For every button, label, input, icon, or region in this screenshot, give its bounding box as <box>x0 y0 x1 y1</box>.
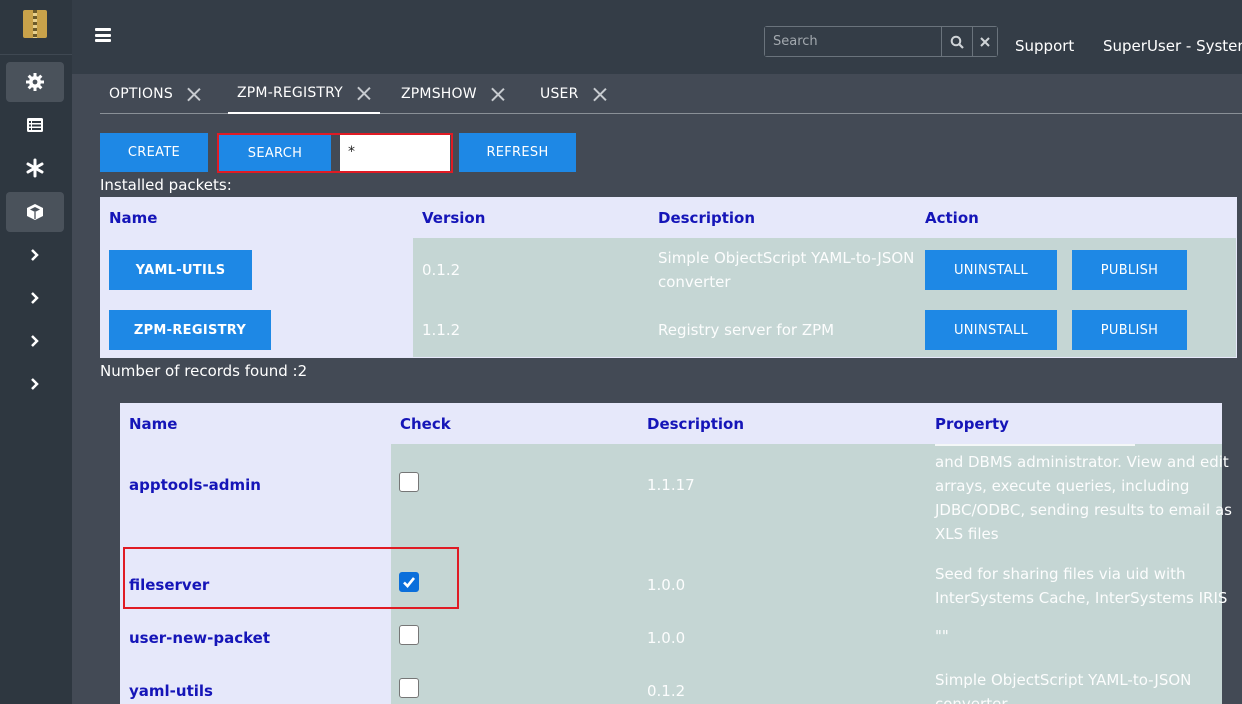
package-button-zpm-registry[interactable]: ZPM-REGISTRY <box>109 310 271 350</box>
refresh-button[interactable]: REFRESH <box>459 133 576 172</box>
version-cell: 1.0.0 <box>647 629 686 647</box>
tab-options[interactable]: OPTIONS <box>109 74 201 114</box>
highlight-box <box>217 133 453 173</box>
close-icon[interactable] <box>491 87 505 101</box>
property-cell: Seed for sharing files via uid with <box>935 565 1186 583</box>
property-cell: "" <box>935 627 949 645</box>
close-icon[interactable] <box>357 86 371 100</box>
publish-button[interactable]: PUBLISH <box>1072 310 1187 350</box>
clipped-property-text <box>935 444 1222 448</box>
column-header-version: Version <box>422 209 486 227</box>
property-cell: JDBC/ODBC, sending results to email as <box>935 501 1232 519</box>
header-search <box>764 26 998 57</box>
tab-bar: OPTIONS ZPM-REGISTRY ZPMSHOW USER <box>100 74 1242 114</box>
tab-label: ZPM-REGISTRY <box>237 85 343 101</box>
highlight-box <box>123 547 459 609</box>
property-cell: InterSystems Cache, InterSystems IRIS <box>935 589 1228 607</box>
column-header-description: Description <box>647 415 745 433</box>
column-header-property: Property <box>935 415 1009 433</box>
close-icon[interactable] <box>972 27 997 56</box>
hamburger-menu-icon[interactable] <box>95 28 111 42</box>
user-menu[interactable]: SuperUser - System <box>1103 37 1242 55</box>
list-icon[interactable] <box>6 105 64 145</box>
clipped-property-text: converter <box>935 692 1222 704</box>
uninstall-button[interactable]: UNINSTALL <box>925 250 1057 290</box>
chevron-right-icon[interactable] <box>6 364 64 404</box>
version-cell: 1.1.17 <box>647 476 695 494</box>
search-icon[interactable] <box>941 27 972 56</box>
asterisk-icon[interactable] <box>6 148 64 188</box>
description-cell: Registry server for ZPM <box>658 321 835 339</box>
property-cell: converter <box>935 695 1008 704</box>
version-cell: 0.1.2 <box>422 261 461 279</box>
tab-user[interactable]: USER <box>540 74 607 114</box>
search-input[interactable] <box>765 27 941 56</box>
column-header-name: Name <box>109 209 158 227</box>
tab-label: OPTIONS <box>109 86 173 102</box>
support-link[interactable]: Support <box>1015 37 1074 55</box>
description-cell: converter <box>658 273 731 291</box>
package-checkbox[interactable] <box>399 472 419 492</box>
zip-archive-logo[interactable] <box>23 10 47 38</box>
tab-zpm-registry[interactable]: ZPM-REGISTRY <box>228 74 380 114</box>
chevron-right-icon[interactable] <box>6 321 64 361</box>
uninstall-button[interactable]: UNINSTALL <box>925 310 1057 350</box>
gear-icon[interactable] <box>6 62 64 102</box>
description-cell: Simple ObjectScript YAML-to-JSON <box>658 249 915 267</box>
chevron-right-icon[interactable] <box>6 235 64 275</box>
records-count: Number of records found :2 <box>100 362 308 380</box>
close-icon[interactable] <box>187 87 201 101</box>
tab-zpmshow[interactable]: ZPMSHOW <box>401 74 505 114</box>
top-header: Support SuperUser - System <box>72 0 1242 74</box>
package-link-user-new-packet[interactable]: user-new-packet <box>129 629 270 647</box>
publish-button[interactable]: PUBLISH <box>1072 250 1187 290</box>
package-link-yaml-utils[interactable]: yaml-utils <box>129 682 213 700</box>
package-button-yaml-utils[interactable]: YAML-UTILS <box>109 250 252 290</box>
chevron-right-icon[interactable] <box>6 278 64 318</box>
property-cell: XLS files <box>935 525 999 543</box>
column-header-name: Name <box>129 415 178 433</box>
sidebar <box>0 0 72 704</box>
package-checkbox[interactable] <box>399 678 419 698</box>
column-header-description: Description <box>658 209 756 227</box>
property-cell: and DBMS administrator. View and edit <box>935 453 1229 471</box>
property-cell: Simple ObjectScript YAML-to-JSON <box>935 671 1192 689</box>
property-cell: arrays, execute queries, including <box>935 477 1190 495</box>
version-cell: 0.1.2 <box>647 682 686 700</box>
create-button[interactable]: CREATE <box>100 133 208 172</box>
tab-label: ZPMSHOW <box>401 86 477 102</box>
installed-title: Installed packets: <box>100 176 232 194</box>
close-icon[interactable] <box>593 87 607 101</box>
package-checkbox[interactable] <box>399 625 419 645</box>
column-header-check: Check <box>400 415 451 433</box>
package-link-apptools-admin[interactable]: apptools-admin <box>129 476 261 494</box>
version-cell: 1.0.0 <box>647 576 686 594</box>
cube-icon[interactable] <box>6 192 64 232</box>
divider <box>0 54 72 55</box>
version-cell: 1.1.2 <box>422 321 461 339</box>
tab-label: USER <box>540 86 579 102</box>
column-header-action: Action <box>925 209 979 227</box>
